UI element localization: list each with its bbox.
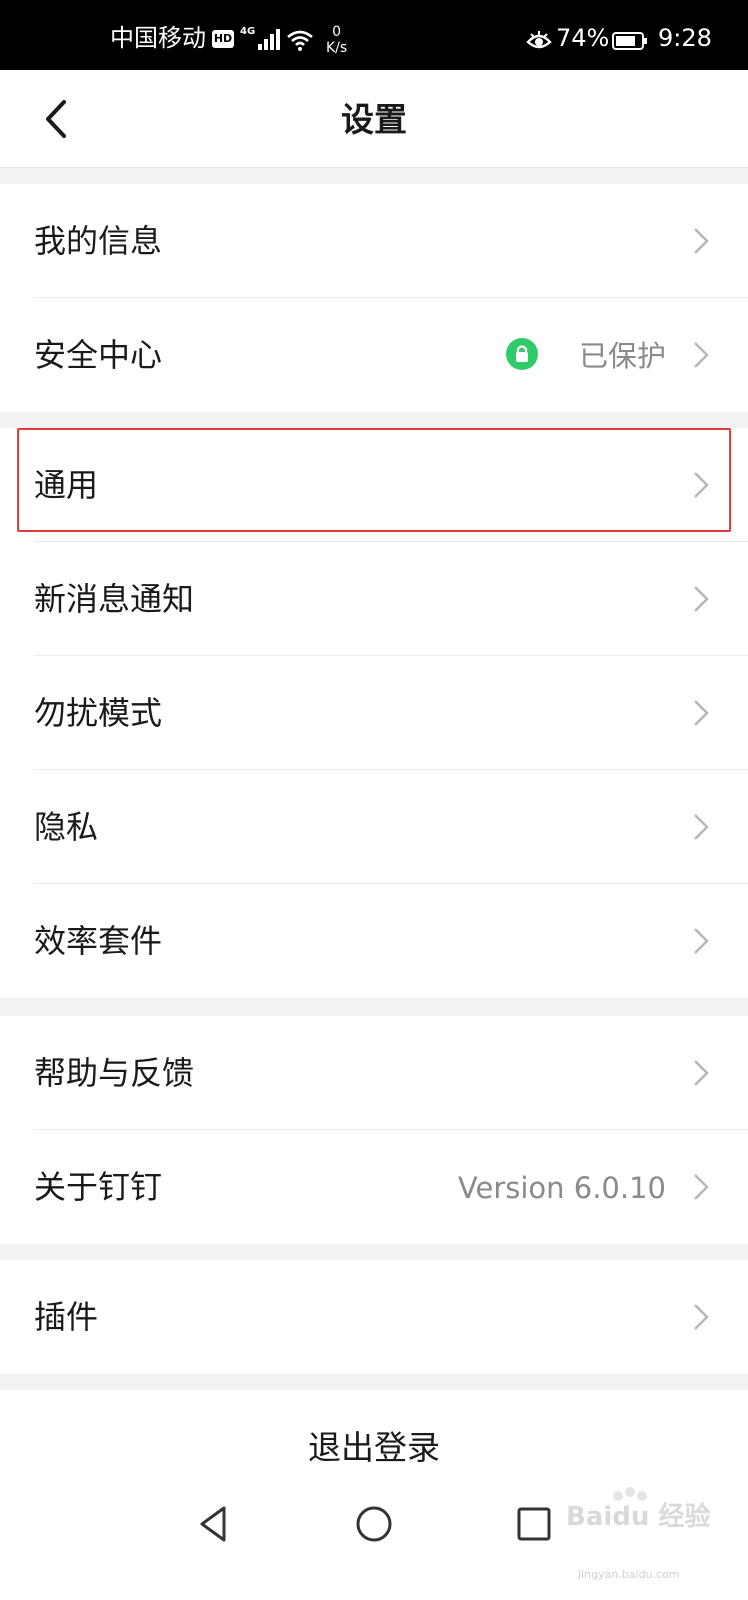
settings-item-label: 隐私 xyxy=(34,808,99,846)
chevron-right-icon xyxy=(694,1060,709,1086)
eye-comfort-icon xyxy=(526,31,552,49)
settings-item-about-dingtalk[interactable]: 关于钉钉 Version 6.0.10 xyxy=(0,1130,748,1244)
chevron-right-icon xyxy=(694,814,709,840)
settings-item-notifications[interactable]: 新消息通知 xyxy=(0,542,748,656)
watermark-url: jingyan.baidu.com xyxy=(578,1568,680,1581)
watermark-text: Baidu 经验 xyxy=(566,1502,711,1532)
app-version: Version 6.0.10 xyxy=(457,1171,666,1205)
chevron-right-icon xyxy=(694,700,709,726)
nav-back-triangle-icon[interactable] xyxy=(194,1504,234,1544)
highlight-box xyxy=(17,428,731,532)
settings-group-general: 通用 新消息通知 勿扰模式 隐私 效率套件 xyxy=(0,428,748,998)
header: 设置 xyxy=(0,70,748,168)
chevron-right-icon xyxy=(694,1304,709,1330)
battery-icon xyxy=(612,32,647,50)
chevron-right-icon xyxy=(694,472,709,498)
nav-home-circle-icon[interactable] xyxy=(354,1504,394,1544)
settings-item-privacy[interactable]: 隐私 xyxy=(0,770,748,884)
settings-item-label: 勿扰模式 xyxy=(34,694,163,732)
settings-item-label: 关于钉钉 xyxy=(34,1168,163,1206)
chevron-right-icon xyxy=(694,342,709,368)
network-speed: 0 K/s xyxy=(326,24,347,56)
settings-item-label: 效率套件 xyxy=(34,922,163,960)
page-title: 设置 xyxy=(341,100,407,139)
lock-icon xyxy=(506,338,538,370)
settings-group-account: 我的信息 安全中心 已保护 xyxy=(0,184,748,412)
settings-item-label: 通用 xyxy=(34,466,99,504)
clock: 9:28 xyxy=(658,24,712,52)
carrier-name: 中国移动 xyxy=(110,24,206,52)
settings-item-label: 新消息通知 xyxy=(34,580,195,618)
signal-icon xyxy=(258,29,280,50)
chevron-right-icon xyxy=(694,1174,709,1200)
network-speed-unit: K/s xyxy=(326,40,348,56)
wifi-icon xyxy=(287,30,313,51)
chevron-right-icon xyxy=(694,586,709,612)
logout-button[interactable]: 退出登录 xyxy=(0,1428,748,1468)
settings-group-about: 帮助与反馈 关于钉钉 Version 6.0.10 xyxy=(0,1016,748,1244)
battery-percent: 74% xyxy=(556,24,610,52)
network-type: 4G xyxy=(240,26,256,37)
settings-item-label: 帮助与反馈 xyxy=(34,1054,195,1092)
settings-item-label: 安全中心 xyxy=(34,336,163,374)
hd-icon: HD xyxy=(212,30,234,48)
settings-group-plugins: 插件 xyxy=(0,1260,748,1374)
nav-recents-square-icon[interactable] xyxy=(514,1504,554,1544)
chevron-right-icon xyxy=(694,928,709,954)
chevron-right-icon xyxy=(694,228,709,254)
settings-item-do-not-disturb[interactable]: 勿扰模式 xyxy=(0,656,748,770)
status-bar: 中国移动 HD 4G 0 K/s 74% 9:28 xyxy=(0,0,748,70)
security-status: 已保护 xyxy=(578,339,666,373)
settings-item-my-info[interactable]: 我的信息 xyxy=(0,184,748,298)
settings-item-general[interactable]: 通用 xyxy=(0,428,748,542)
settings-item-security-center[interactable]: 安全中心 已保护 xyxy=(0,298,748,412)
network-speed-value: 0 xyxy=(332,24,342,40)
settings-item-efficiency-suite[interactable]: 效率套件 xyxy=(0,884,748,998)
settings-item-plugins[interactable]: 插件 xyxy=(0,1260,748,1374)
settings-item-help-feedback[interactable]: 帮助与反馈 xyxy=(0,1016,748,1130)
settings-item-label: 我的信息 xyxy=(34,222,163,260)
settings-item-label: 插件 xyxy=(34,1298,99,1336)
